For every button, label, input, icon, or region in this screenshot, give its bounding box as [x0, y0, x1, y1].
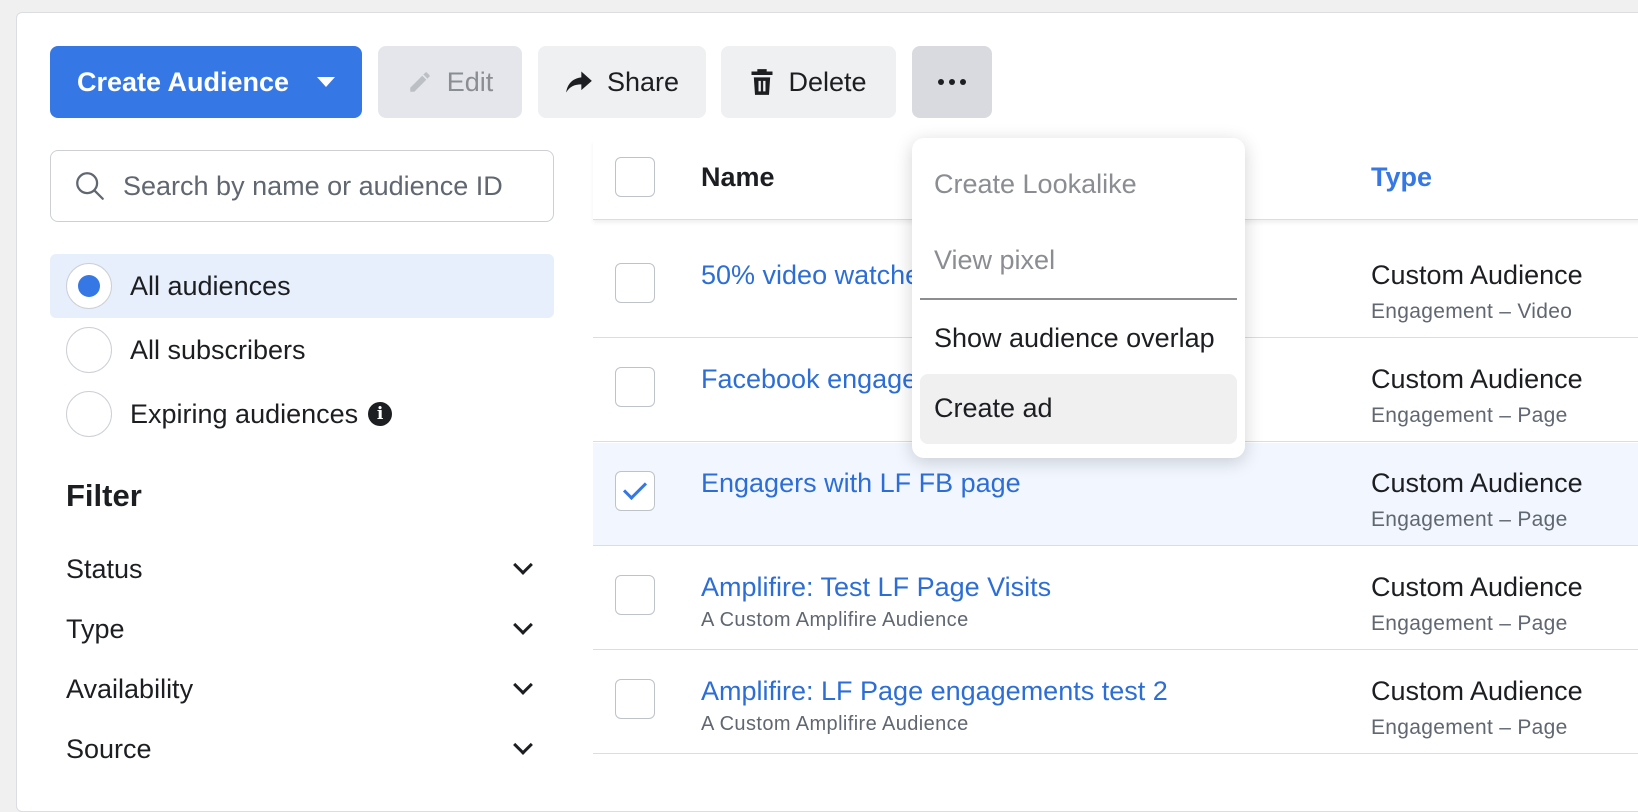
radio-label: All audiences	[130, 270, 291, 301]
audience-type: Custom Audience	[1371, 676, 1583, 706]
caret-down-icon	[317, 77, 336, 87]
table-row[interactable]: Amplifire: LF Page engagements test 2 A …	[593, 651, 1638, 754]
filter-label: Availability	[66, 673, 194, 704]
create-audience-button[interactable]: Create Audience	[50, 46, 362, 118]
more-options-menu: Create Lookalike View pixel Show audienc…	[912, 138, 1245, 458]
pencil-icon	[409, 72, 430, 92]
search-input[interactable]	[121, 169, 541, 203]
audience-description: A Custom Amplifire Audience	[701, 609, 969, 631]
menu-divider	[920, 298, 1237, 300]
row-checkbox[interactable]	[615, 575, 655, 615]
filter-heading: Filter	[66, 478, 142, 513]
row-checkbox[interactable]	[615, 367, 655, 407]
menu-item-view-pixel: View pixel	[934, 244, 1056, 275]
table-row[interactable]: Amplifire: Test LF Page Visits A Custom …	[593, 547, 1638, 650]
audience-name-link[interactable]: 50% video watche	[701, 260, 920, 291]
filter-source[interactable]: Source	[66, 725, 540, 773]
create-audience-label: Create Audience	[76, 66, 290, 97]
filter-type[interactable]: Type	[66, 605, 540, 653]
radio-button[interactable]	[66, 263, 112, 309]
checkmark-icon	[622, 475, 648, 501]
radio-all-audiences[interactable]: All audiences	[50, 254, 554, 318]
edit-button[interactable]: Edit	[378, 46, 522, 118]
menu-item-create-ad[interactable]: Create ad	[920, 373, 1237, 444]
audience-subtype: Engagement – Page	[1371, 612, 1568, 635]
row-checkbox[interactable]	[615, 263, 655, 303]
audience-subtype: Engagement – Page	[1371, 716, 1568, 739]
audience-subtype: Engagement – Page	[1371, 508, 1568, 531]
select-all-checkbox[interactable]	[615, 157, 655, 197]
delete-button[interactable]: Delete	[721, 46, 896, 118]
audience-name-link[interactable]: Amplifire: LF Page engagements test 2	[701, 676, 1168, 707]
chevron-down-icon	[513, 615, 533, 635]
table-row[interactable]: Engagers with LF FB page Custom Audience…	[593, 443, 1638, 546]
edit-label: Edit	[446, 66, 494, 97]
radio-button[interactable]	[66, 391, 112, 437]
chevron-down-icon	[513, 735, 533, 755]
audience-subtype: Engagement – Video	[1371, 300, 1573, 323]
filter-label: Type	[66, 613, 125, 644]
filter-label: Status	[66, 553, 143, 584]
column-header-name[interactable]: Name	[701, 162, 775, 193]
radio-button[interactable]	[66, 327, 112, 373]
chevron-down-icon	[513, 555, 533, 575]
audience-description: A Custom Amplifire Audience	[701, 713, 969, 735]
radio-expiring-audiences[interactable]: Expiring audiences i	[50, 382, 554, 446]
filter-label: Source	[66, 733, 152, 764]
search-box	[50, 150, 554, 222]
radio-label: All subscribers	[130, 334, 306, 365]
audience-name-link[interactable]: Engagers with LF FB page	[701, 468, 1021, 499]
audience-subtype: Engagement – Page	[1371, 404, 1568, 427]
more-options-button[interactable]	[912, 46, 992, 118]
audience-name-link[interactable]: Amplifire: Test LF Page Visits	[701, 572, 1051, 603]
delete-label: Delete	[788, 66, 867, 97]
audience-type: Custom Audience	[1371, 572, 1583, 602]
radio-selected-dot	[78, 275, 100, 297]
chevron-down-icon	[513, 675, 533, 695]
share-button[interactable]: Share	[538, 46, 706, 118]
radio-label: Expiring audiences	[130, 398, 359, 429]
search-icon	[76, 172, 104, 200]
audience-type: Custom Audience	[1371, 468, 1583, 498]
column-header-type[interactable]: Type	[1371, 162, 1432, 193]
filter-status[interactable]: Status	[66, 545, 540, 593]
radio-all-subscribers[interactable]: All subscribers	[50, 318, 554, 382]
filter-availability[interactable]: Availability	[66, 665, 540, 713]
row-checkbox[interactable]	[615, 471, 655, 511]
share-arrow-icon	[566, 71, 592, 93]
menu-item-show-audience-overlap[interactable]: Show audience overlap	[920, 304, 1237, 374]
share-label: Share	[606, 66, 680, 97]
audience-type: Custom Audience	[1371, 260, 1583, 290]
info-icon[interactable]: i	[368, 402, 393, 426]
audience-type: Custom Audience	[1371, 364, 1583, 394]
menu-item-create-lookalike: Create Lookalike	[934, 168, 1137, 199]
row-checkbox[interactable]	[615, 679, 655, 719]
ellipsis-icon	[938, 79, 966, 85]
audience-name-link[interactable]: Facebook engage	[701, 364, 917, 395]
trash-icon	[751, 69, 773, 95]
